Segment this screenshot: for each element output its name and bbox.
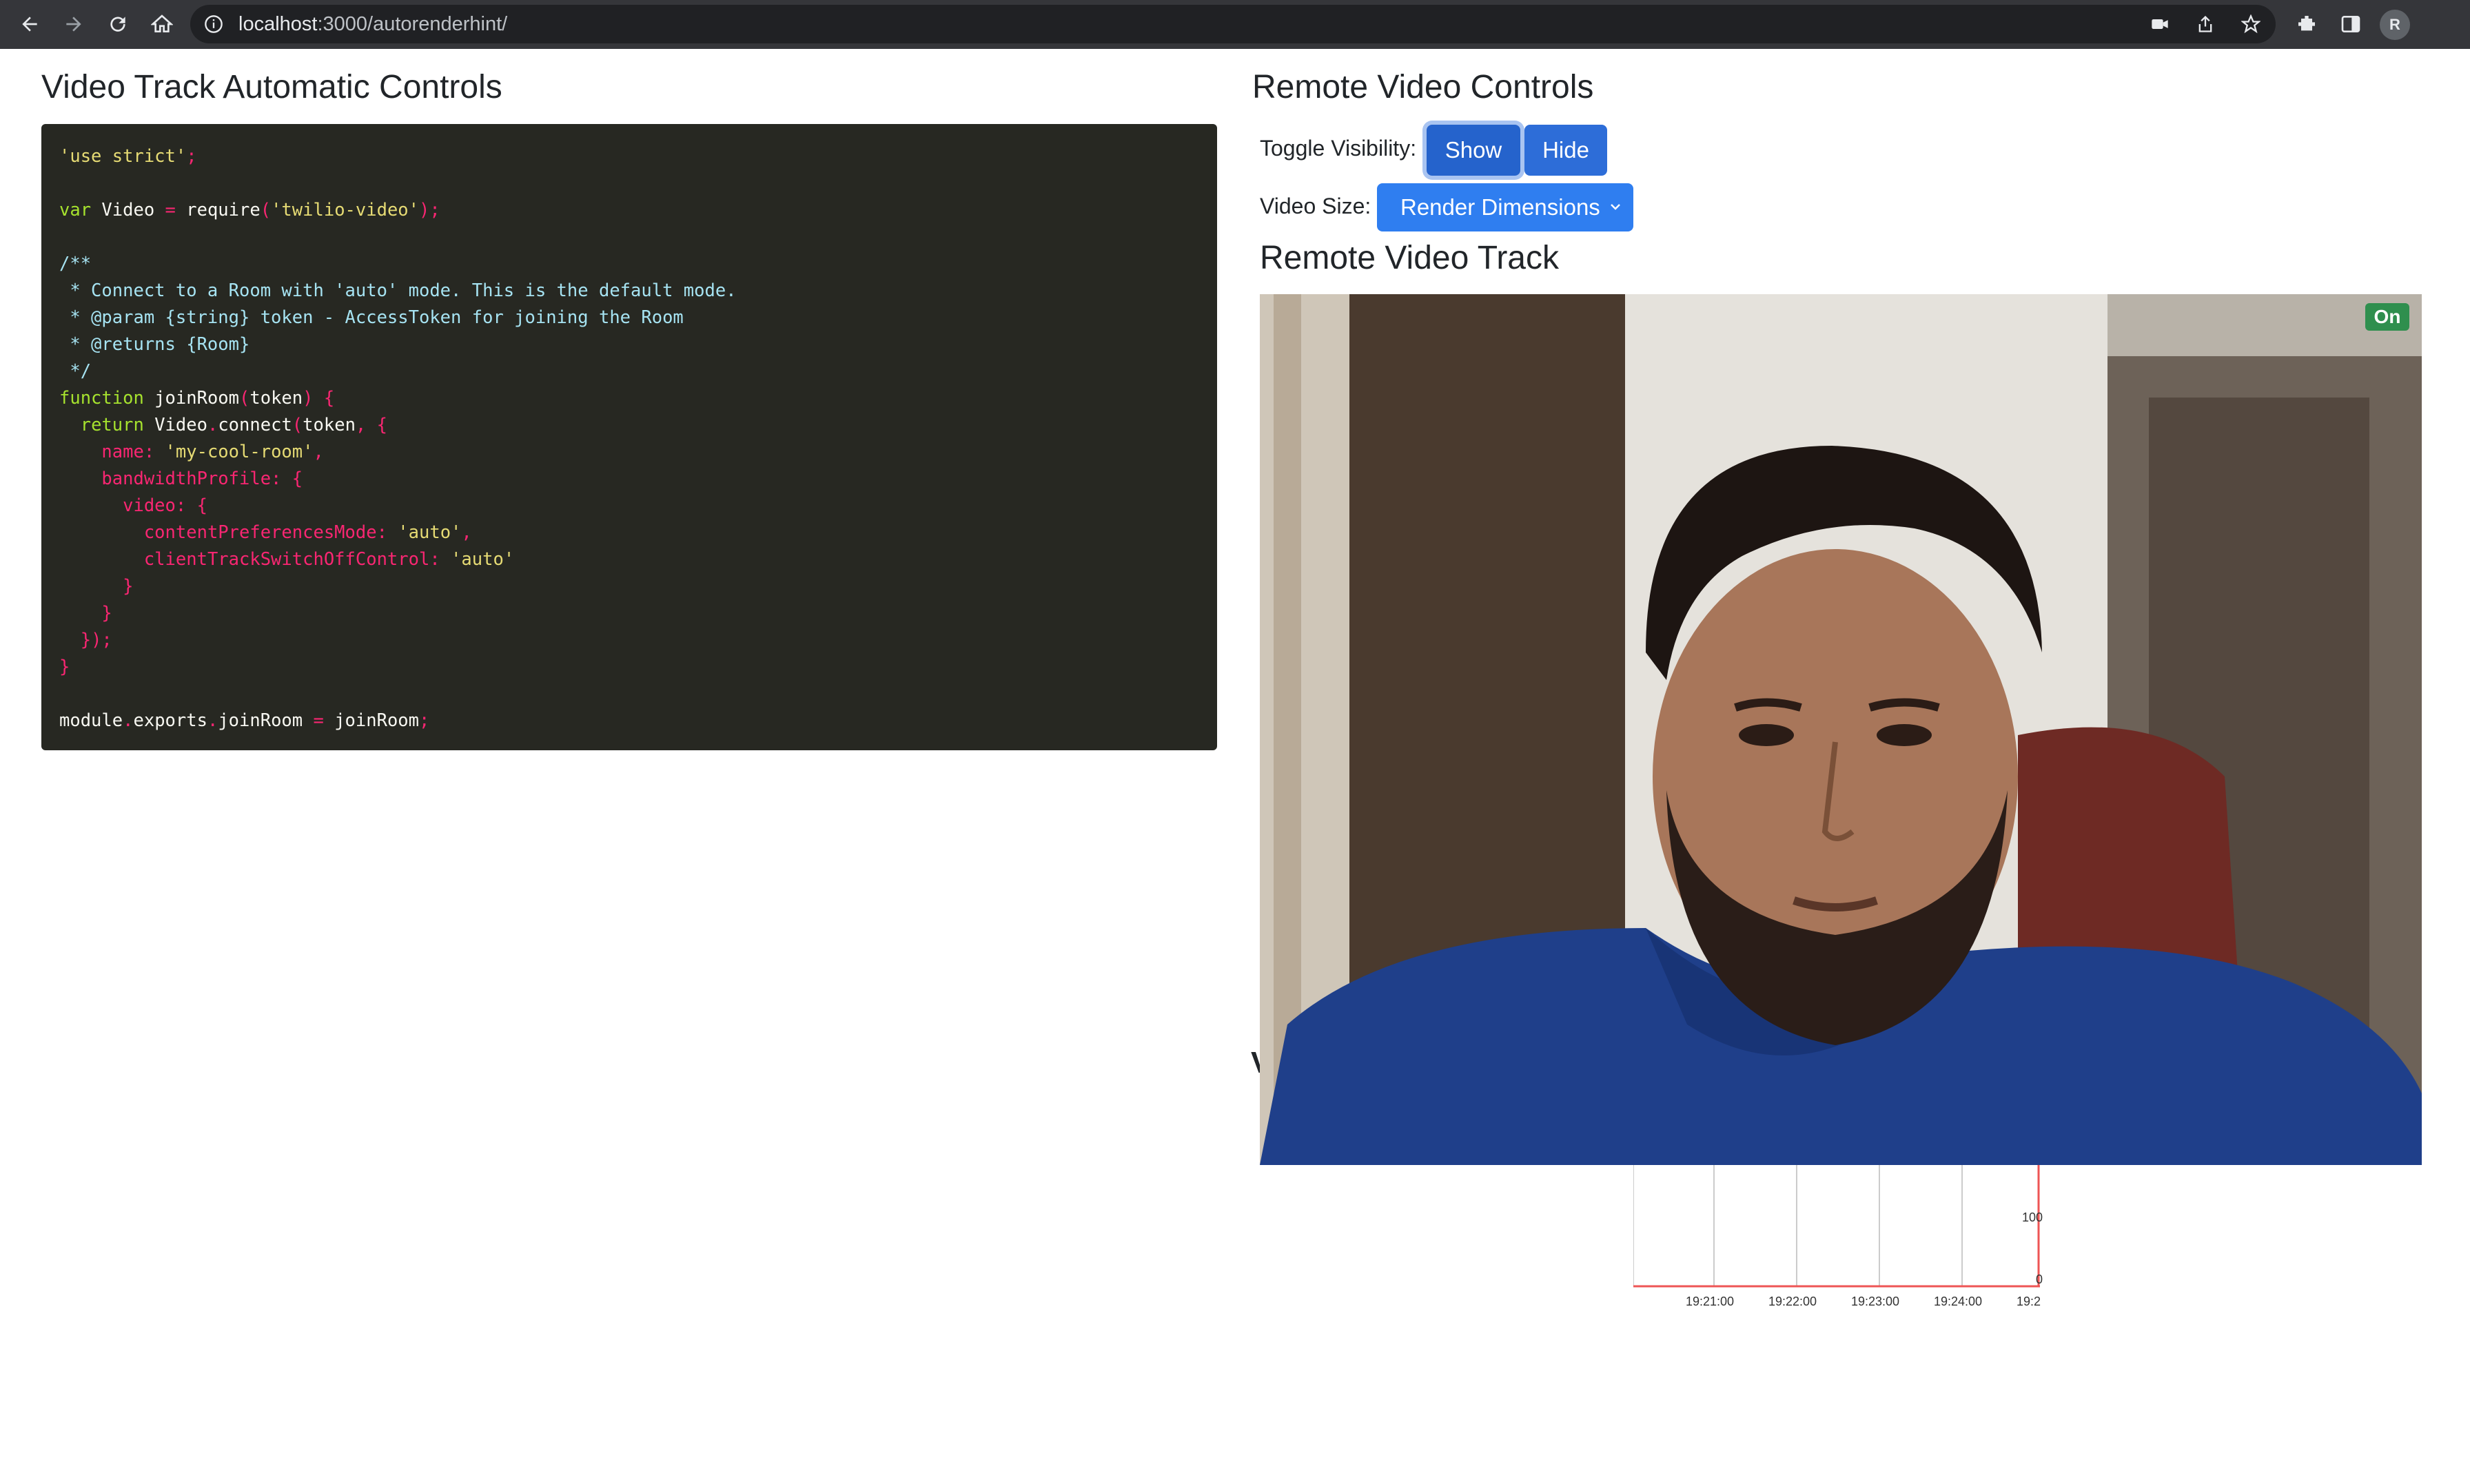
info-icon[interactable] [204,14,223,34]
graph-x-label: 19:21:00 [1686,1295,1734,1308]
graph-x-label: 19:24:00 [1934,1295,1982,1308]
reload-icon[interactable] [101,7,135,41]
page-title: Video Track Automatic Controls [41,69,502,105]
bitrate-graph: 100 0 19:21:00 19:22:00 19:23:00 19:24:0… [1633,1165,2043,1308]
graph-x-label: 19:23:00 [1851,1295,1899,1308]
home-icon[interactable] [145,7,179,41]
left-column: Video Track Automatic Controls [41,65,1217,110]
bookmark-star-icon[interactable] [2238,12,2263,37]
chevron-down-icon [1611,204,1620,210]
profile-avatar[interactable]: R [2380,10,2410,40]
hide-button[interactable]: Hide [1524,125,1607,176]
remote-video-track-title: Remote Video Track [1260,240,1559,276]
forward-icon[interactable] [57,7,91,41]
remote-controls-title: Remote Video Controls [1252,69,1594,105]
code-block: 'use strict'; var Video = require('twili… [41,124,1217,750]
camera-icon[interactable] [2147,12,2172,37]
video-size-selected: Render Dimensions [1400,194,1600,220]
track-status-badge: On [2365,303,2409,331]
toggle-visibility-label: Toggle Visibility: [1260,136,1417,161]
browser-toolbar: localhost:3000/autorenderhint/ R [0,0,2470,49]
video-frame-image [1260,294,2422,1165]
graph-y-label: 100 [2022,1210,2043,1224]
address-bar[interactable]: localhost:3000/autorenderhint/ [190,5,2276,43]
show-button[interactable]: Show [1427,125,1520,176]
url-text[interactable]: localhost:3000/autorenderhint/ [238,5,507,43]
share-icon[interactable] [2193,12,2218,37]
side-panel-icon[interactable] [2334,7,2368,41]
graph-y-label: 0 [2036,1272,2043,1286]
graph-x-label: 19:2 [2017,1295,2041,1308]
video-size-label: Video Size: [1260,194,1371,218]
extensions-icon[interactable] [2289,7,2324,41]
video-size-select[interactable]: Render Dimensions [1377,183,1633,231]
graph-x-label: 19:22:00 [1768,1295,1817,1308]
hidden-heading-fragment: V [1251,1046,1260,1076]
back-icon[interactable] [12,7,47,41]
remote-video[interactable] [1260,294,2422,1165]
